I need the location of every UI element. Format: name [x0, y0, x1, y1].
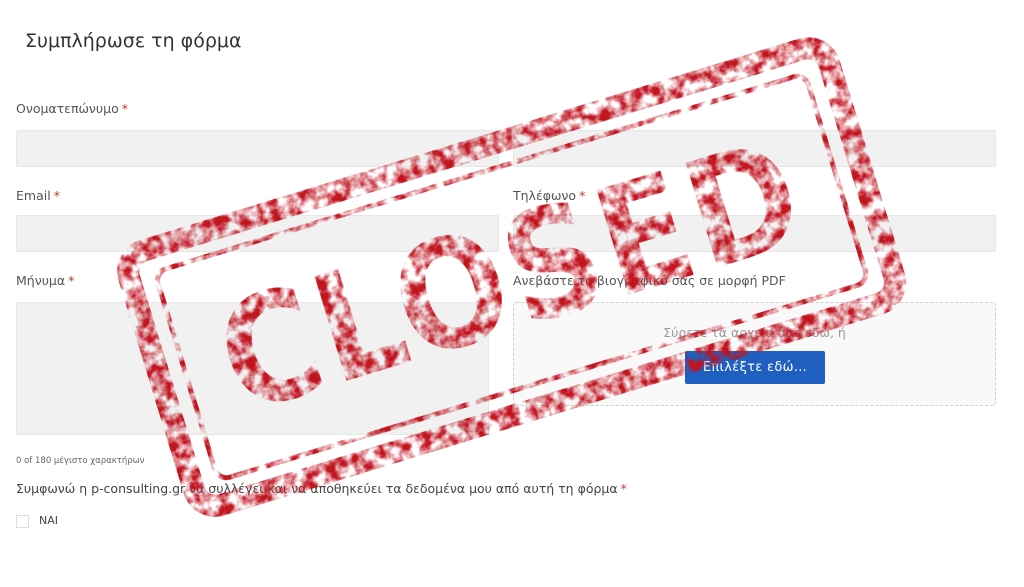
choose-file-button[interactable]: Επιλέξτε εδώ... [685, 351, 825, 384]
required-mark: * [620, 481, 627, 496]
email-label-text: Email [16, 188, 51, 203]
char-counter: 0 of 180 μέγιστο χαρακτήρων [16, 456, 145, 466]
fullname-label: Ονοματεπώνυμο * [16, 101, 128, 116]
required-mark: * [68, 273, 75, 288]
required-mark: * [53, 188, 60, 203]
phone-label: Τηλέφωνο * [513, 188, 585, 203]
form-title: Συμπλήρωσε τη φόρμα [25, 30, 242, 52]
contact-form-page: Συμπλήρωσε τη φόρμα Ονοματεπώνυμο * Τηλέφ… [0, 0, 1024, 587]
consent-option-label: ΝΑΙ [39, 514, 58, 527]
consent-checkbox[interactable] [16, 515, 29, 528]
required-mark: * [121, 101, 129, 116]
dropzone-text: Σύρετε τα αρχεία σας εδώ, ή [663, 325, 846, 340]
message-textarea[interactable] [16, 302, 489, 435]
phone-input[interactable] [513, 215, 996, 252]
message-label-text: Μήνυμα [16, 273, 66, 288]
email-label: Email * [16, 188, 60, 203]
fullname-label-text: Ονοματεπώνυμο [16, 101, 119, 116]
required-mark: * [579, 188, 586, 203]
file-dropzone[interactable]: Σύρετε τα αρχεία σας εδώ, ή Επιλέξτε εδώ… [513, 302, 996, 406]
closed-stamp: CLOSED [117, 37, 907, 517]
secondary-input[interactable] [513, 130, 996, 167]
consent-label-text: Συμφωνώ η p-consulting.gr να συλλέγει κα… [16, 481, 618, 496]
message-label: Μήνυμα * [16, 273, 74, 288]
email-input[interactable] [16, 215, 499, 252]
upload-label: Ανεβάστε το βιογραφικό σας σε μορφή PDF [513, 273, 786, 288]
phone-label-text: Τηλέφωνο [513, 188, 577, 203]
fullname-input[interactable] [16, 130, 499, 167]
consent-label: Συμφωνώ η p-consulting.gr να συλλέγει κα… [16, 481, 627, 496]
